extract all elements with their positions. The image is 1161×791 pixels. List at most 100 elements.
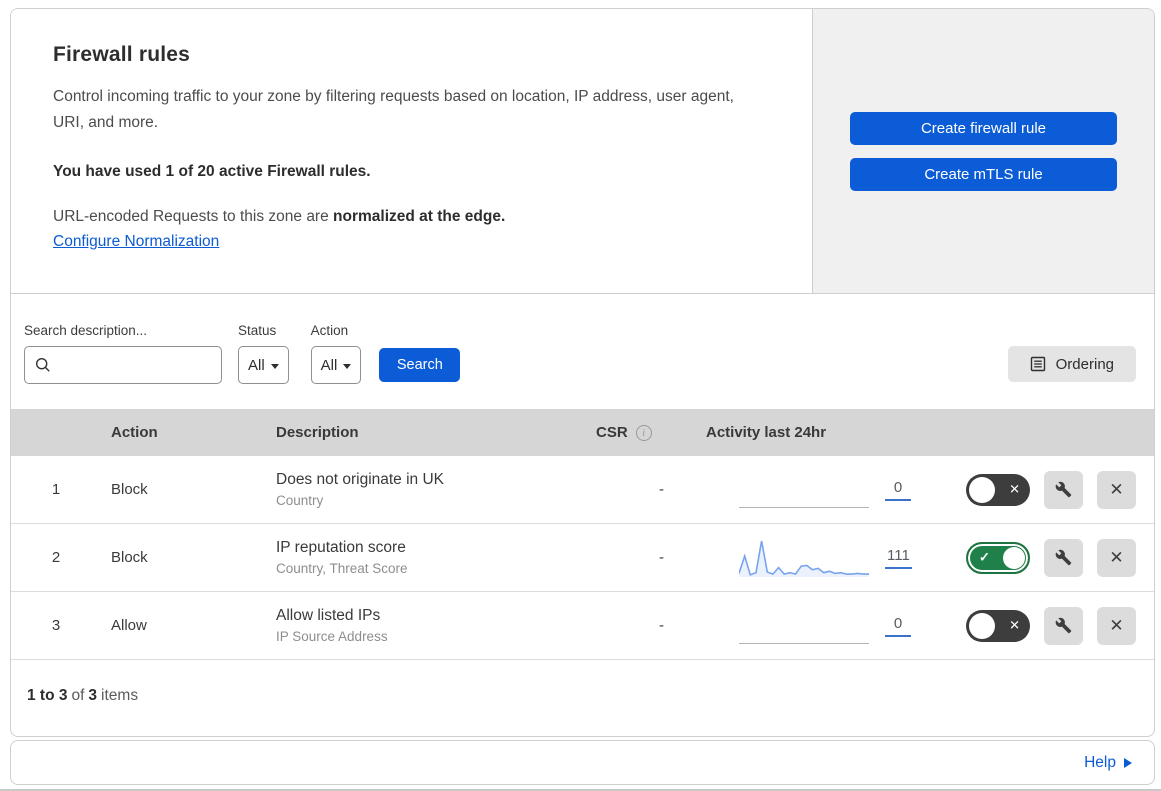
ordering-list-icon bbox=[1030, 356, 1046, 372]
activity-cell: 0 ✕ bbox=[676, 604, 1154, 648]
row-controls: ✕ bbox=[966, 538, 1154, 577]
page: { "colors": { "accent_blue": "#0b5cd6", … bbox=[0, 0, 1161, 791]
chevron-down-icon bbox=[343, 363, 352, 369]
wrench-icon bbox=[1055, 481, 1072, 498]
table-row: 2 Block IP reputation score Country, Thr… bbox=[11, 524, 1154, 592]
action-cell: Block bbox=[111, 481, 148, 498]
close-icon: ✕ bbox=[1109, 479, 1124, 500]
toggle-knob bbox=[969, 612, 995, 639]
activity-cell: 111 ✕ bbox=[676, 536, 1154, 580]
create-mtls-rule-button[interactable]: Create mTLS rule bbox=[850, 157, 1117, 191]
actions-panel: Create firewall rule Create mTLS rule bbox=[813, 9, 1154, 293]
column-activity: Activity last 24hr bbox=[706, 424, 827, 441]
description-fields: Country, Threat Score bbox=[276, 561, 408, 576]
description-fields: Country bbox=[276, 493, 324, 508]
usage-note: You have used 1 of 20 active Firewall ru… bbox=[53, 163, 371, 180]
help-link-label: Help bbox=[1084, 753, 1116, 771]
description-title: Does not originate in UK bbox=[276, 471, 445, 488]
csr-cell: - bbox=[659, 481, 664, 498]
action-cell: Block bbox=[111, 549, 148, 566]
search-icon bbox=[35, 357, 51, 373]
filter-bar: Search description... Status All Action … bbox=[11, 294, 1154, 409]
description-cell: Does not originate in UK Country bbox=[276, 471, 596, 508]
search-button[interactable]: Search bbox=[379, 348, 461, 382]
rule-enabled-toggle[interactable] bbox=[966, 541, 1030, 574]
configure-normalization-link[interactable]: Configure Normalization bbox=[53, 233, 219, 251]
row-number: 2 bbox=[51, 549, 61, 566]
search-filter-group: Search description... bbox=[24, 323, 240, 384]
search-label: Search description... bbox=[24, 323, 148, 338]
activity-count-link[interactable]: 0 bbox=[885, 479, 911, 501]
normalization-bold-text: normalized at the edge. bbox=[333, 208, 506, 225]
delete-rule-button[interactable]: ✕ bbox=[1097, 606, 1136, 645]
rule-enabled-toggle[interactable] bbox=[966, 609, 1030, 642]
search-input-wrapper bbox=[24, 346, 240, 384]
column-csr: CSR i bbox=[596, 424, 676, 441]
table-row: 3 Allow Allow listed IPs IP Source Addre… bbox=[11, 592, 1154, 660]
edit-rule-button[interactable] bbox=[1044, 606, 1083, 645]
rule-enabled-toggle[interactable] bbox=[966, 473, 1030, 506]
toggle-knob bbox=[1003, 546, 1025, 569]
summary-range: 1 to 3 bbox=[27, 686, 68, 704]
ordering-button[interactable]: Ordering bbox=[1007, 346, 1136, 382]
create-firewall-rule-button[interactable]: Create firewall rule bbox=[850, 111, 1117, 145]
row-number: 3 bbox=[51, 617, 61, 634]
page-description: Control incoming traffic to your zone by… bbox=[53, 88, 734, 131]
activity-count-link[interactable]: 111 bbox=[885, 547, 912, 569]
summary-of: of bbox=[71, 686, 85, 704]
edit-rule-button[interactable] bbox=[1044, 538, 1083, 577]
activity-sparkline bbox=[739, 604, 869, 648]
activity-cell: 0 ✕ bbox=[676, 468, 1154, 512]
column-csr-label: CSR bbox=[596, 424, 628, 441]
status-filter-group: Status All bbox=[238, 323, 289, 384]
description-cell: Allow listed IPs IP Source Address bbox=[276, 607, 596, 644]
column-description: Description bbox=[276, 424, 359, 441]
table-row: 1 Block Does not originate in UK Country… bbox=[11, 456, 1154, 524]
row-controls: ✕ bbox=[966, 606, 1154, 645]
wrench-icon bbox=[1055, 617, 1072, 634]
status-label: Status bbox=[238, 323, 277, 338]
sparkline-chart bbox=[738, 540, 869, 577]
action-filter-group: Action All bbox=[310, 323, 362, 384]
description-fields: IP Source Address bbox=[276, 629, 388, 644]
activity-sparkline bbox=[739, 468, 869, 512]
status-dropdown-value: All bbox=[248, 356, 265, 374]
csr-cell: - bbox=[659, 617, 664, 634]
column-action: Action bbox=[111, 424, 158, 441]
arrow-right-icon bbox=[1124, 757, 1132, 768]
delete-rule-button[interactable]: ✕ bbox=[1097, 470, 1136, 509]
row-controls: ✕ bbox=[966, 470, 1154, 509]
info-icon[interactable]: i bbox=[635, 424, 652, 441]
normalization-text: URL-encoded Requests to this zone are bbox=[53, 208, 334, 225]
normalization-note: URL-encoded Requests to this zone are no… bbox=[53, 208, 770, 226]
help-footer: Help bbox=[10, 740, 1155, 785]
firewall-rules-card: Firewall rules Control incoming traffic … bbox=[10, 8, 1155, 737]
toggle-knob bbox=[969, 476, 995, 503]
header-section: Firewall rules Control incoming traffic … bbox=[11, 9, 1154, 294]
help-link[interactable]: Help bbox=[1084, 754, 1132, 772]
action-dropdown[interactable]: All bbox=[310, 346, 362, 384]
activity-sparkline bbox=[738, 536, 869, 580]
summary-total: 3 bbox=[88, 686, 98, 704]
close-icon: ✕ bbox=[1109, 615, 1124, 636]
summary-items: items bbox=[101, 686, 139, 704]
edit-rule-button[interactable] bbox=[1044, 470, 1083, 509]
search-input[interactable] bbox=[59, 357, 240, 373]
close-icon: ✕ bbox=[1109, 547, 1124, 568]
wrench-icon bbox=[1055, 549, 1072, 566]
chevron-down-icon bbox=[270, 363, 279, 369]
table-summary: 1 to 3 of 3 items bbox=[11, 660, 1154, 731]
description-cell: IP reputation score Country, Threat Scor… bbox=[276, 539, 596, 576]
description-title: IP reputation score bbox=[276, 539, 406, 556]
delete-rule-button[interactable]: ✕ bbox=[1097, 538, 1136, 577]
action-cell: Allow bbox=[111, 617, 147, 634]
activity-count-link[interactable]: 0 bbox=[885, 615, 911, 637]
table-header: Action Description CSR i Activity last 2… bbox=[11, 409, 1154, 456]
row-number: 1 bbox=[51, 481, 61, 498]
header-text-block: Firewall rules Control incoming traffic … bbox=[11, 9, 813, 293]
description-title: Allow listed IPs bbox=[276, 607, 381, 624]
status-dropdown[interactable]: All bbox=[238, 346, 289, 384]
page-title: Firewall rules bbox=[53, 43, 191, 66]
ordering-button-label: Ordering bbox=[1055, 355, 1114, 373]
action-label: Action bbox=[310, 323, 349, 338]
